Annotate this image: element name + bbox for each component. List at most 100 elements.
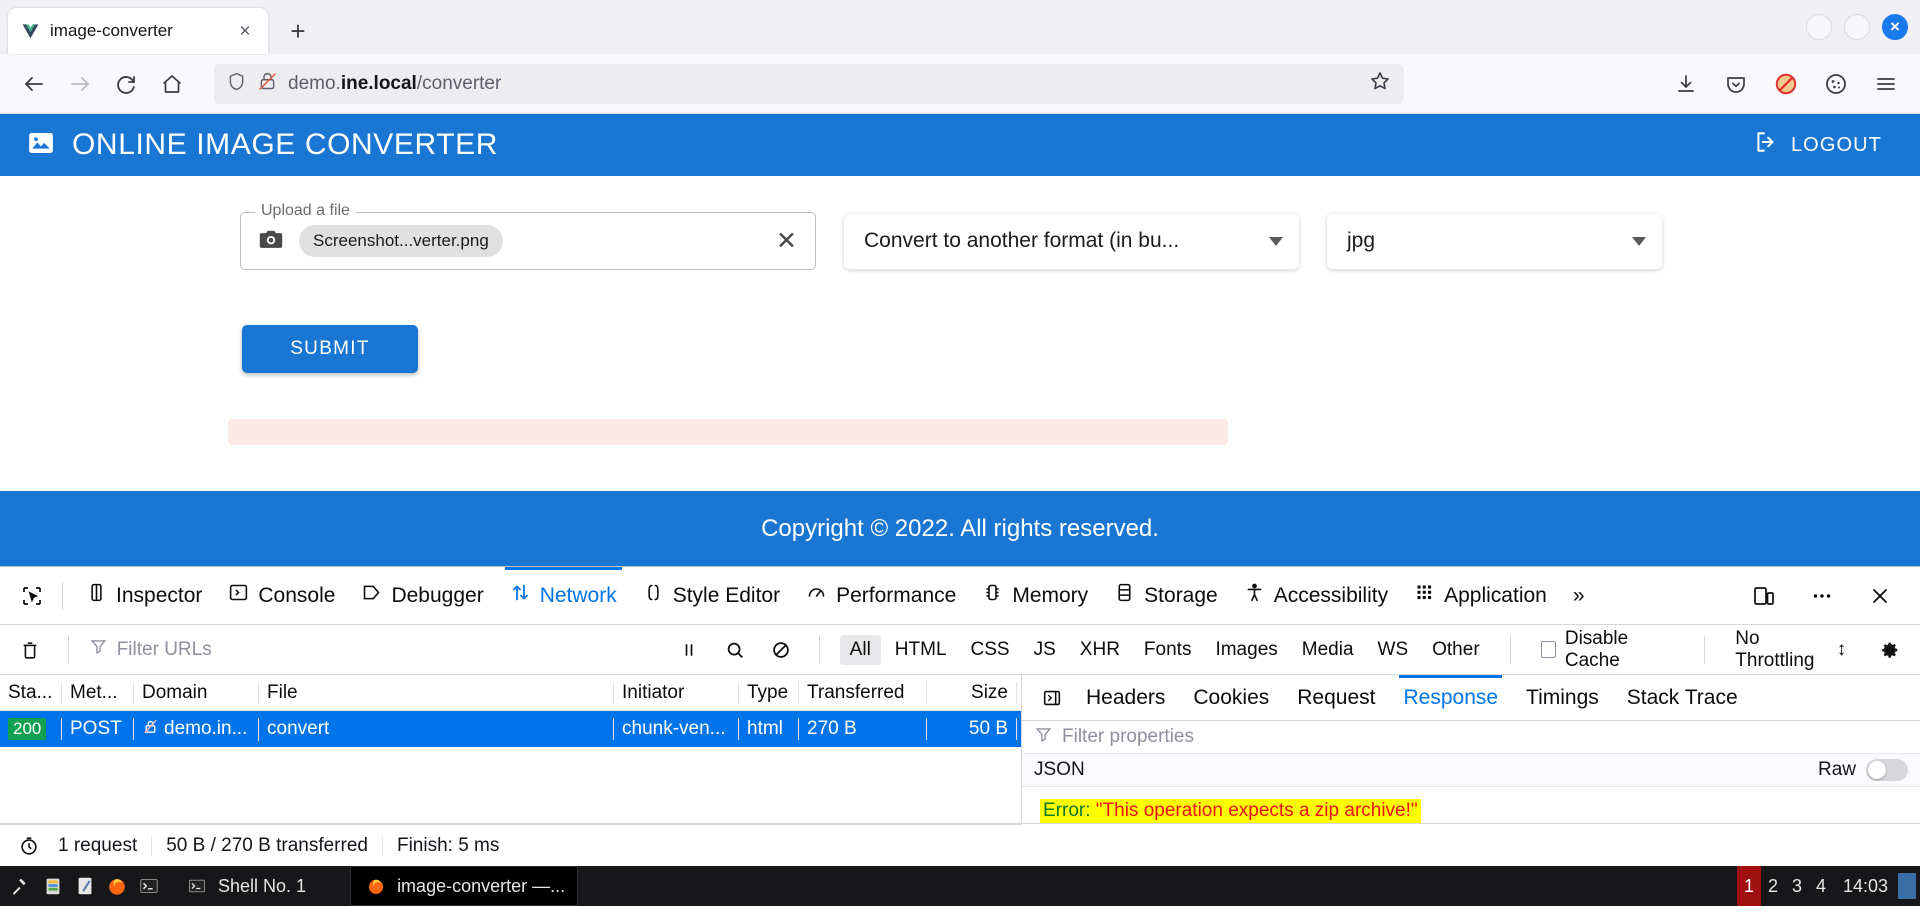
url-text: demo.ine.local/converter (288, 72, 502, 94)
new-tab-button[interactable]: + (278, 11, 318, 51)
devtools-tab-style-editor[interactable]: Style Editor (630, 567, 793, 625)
devtools-tab-application[interactable]: Application (1401, 567, 1560, 625)
responsive-design-mode-icon[interactable] (1744, 576, 1784, 616)
no-ads-icon[interactable] (1766, 64, 1806, 104)
type-filter-fonts[interactable]: Fonts (1134, 635, 1202, 665)
type-filter-all[interactable]: All (839, 634, 881, 665)
shield-icon[interactable] (226, 71, 247, 97)
hamburger-menu-icon[interactable] (1866, 64, 1906, 104)
disable-cache-label: Disable Cache (1564, 627, 1629, 671)
disable-cache-checkbox[interactable]: Disable Cache (1531, 624, 1685, 676)
inspector-icon (86, 582, 107, 609)
details-tab-stack-trace[interactable]: Stack Trace (1613, 675, 1752, 721)
logout-button[interactable]: LOGOUT (1741, 121, 1894, 169)
column-header-domain[interactable]: Domain (134, 681, 259, 704)
table-row[interactable]: 200 POST demo.in... convert chunk-ven...… (0, 711, 1021, 747)
url-bar[interactable]: demo.ine.local/converter (214, 63, 1404, 104)
insecure-lock-icon[interactable] (257, 71, 278, 97)
details-tab-timings[interactable]: Timings (1512, 675, 1613, 721)
devtools-tab-accessibility[interactable]: Accessibility (1231, 567, 1401, 625)
filter-properties-input[interactable]: Filter properties (1022, 721, 1920, 754)
filter-urls-input[interactable]: Filter URLs (89, 637, 662, 662)
devtools-tab-performance[interactable]: Performance (793, 567, 969, 625)
bookmark-star-icon[interactable] (1368, 69, 1392, 98)
file-upload-legend: Upload a file (255, 202, 356, 220)
window-close-button[interactable]: × (1882, 14, 1908, 40)
selected-file-chip[interactable]: Screenshot...verter.png (299, 225, 503, 257)
files-icon[interactable] (40, 873, 66, 899)
devtools-tab-debugger[interactable]: Debugger (348, 567, 496, 625)
desktop-2-button[interactable]: 2 (1761, 876, 1785, 897)
devtools-tab-label: Storage (1144, 583, 1218, 607)
type-filter-media[interactable]: Media (1292, 635, 1364, 665)
devtools-tab-memory[interactable]: Memory (969, 567, 1101, 625)
trash-icon[interactable] (12, 630, 48, 670)
download-icon[interactable] (1666, 64, 1706, 104)
type-filter-css[interactable]: CSS (961, 635, 1020, 665)
pause-icon[interactable] (671, 630, 707, 670)
terminal-icon[interactable] (136, 873, 162, 899)
devtools-tab-console[interactable]: Console (215, 567, 348, 625)
cookie-icon[interactable] (1816, 64, 1856, 104)
forward-icon[interactable] (60, 64, 100, 104)
details-tab-cookies[interactable]: Cookies (1179, 675, 1283, 721)
column-header-status[interactable]: Sta... (0, 681, 62, 704)
pick-element-icon[interactable] (12, 576, 52, 616)
column-header-method[interactable]: Met... (62, 681, 134, 704)
type-filter-ws[interactable]: WS (1368, 635, 1419, 665)
raw-toggle[interactable]: Raw (1818, 759, 1908, 781)
details-tab-request[interactable]: Request (1283, 675, 1389, 721)
type-filter-js[interactable]: JS (1024, 635, 1066, 665)
devtools-meatball-menu-icon[interactable] (1802, 576, 1842, 616)
reload-icon[interactable] (106, 64, 146, 104)
details-tab-response[interactable]: Response (1389, 674, 1512, 721)
desktop-1-button[interactable]: 1 (1736, 866, 1761, 906)
column-header-type[interactable]: Type (739, 681, 799, 704)
response-error-value: "This operation expects a zip archive!" (1095, 800, 1418, 821)
column-header-transferred[interactable]: Transferred (799, 681, 927, 704)
toolbar-divider (818, 635, 820, 664)
submit-button[interactable]: SUBMIT (242, 325, 418, 373)
throttling-select[interactable]: No Throttling ↕ (1725, 624, 1856, 676)
tool-icon[interactable] (8, 873, 34, 899)
window-maximize-button[interactable] (1844, 14, 1870, 40)
window-minimize-button[interactable] (1806, 14, 1832, 40)
firefox-icon[interactable] (104, 873, 130, 899)
gear-icon[interactable] (1872, 630, 1908, 670)
response-error-key: Error: (1043, 800, 1091, 821)
devtools-tabs-overflow-button[interactable]: » (1560, 567, 1598, 625)
format-select[interactable]: jpg (1327, 213, 1662, 269)
camera-icon[interactable] (257, 225, 285, 258)
block-icon[interactable] (763, 630, 799, 670)
desktop-4-button[interactable]: 4 (1809, 876, 1833, 897)
back-icon[interactable] (14, 64, 54, 104)
desktop-3-button[interactable]: 3 (1785, 876, 1809, 897)
taskbar-window-entry[interactable]: image-converter —... (350, 866, 579, 906)
type-filter-images[interactable]: Images (1205, 635, 1287, 665)
editor-icon[interactable] (72, 873, 98, 899)
raw-toggle-switch[interactable] (1866, 759, 1908, 781)
taskbar-shell-entry[interactable]: Shell No. 1 (170, 866, 320, 906)
search-icon[interactable] (717, 630, 753, 670)
devtools-tab-inspector[interactable]: Inspector (73, 567, 215, 625)
column-header-initiator[interactable]: Initiator (614, 681, 739, 704)
clear-file-icon[interactable]: ✕ (776, 228, 797, 254)
home-icon[interactable] (152, 64, 192, 104)
type-filter-html[interactable]: HTML (885, 635, 957, 665)
funnel-icon (89, 637, 108, 662)
details-tab-headers[interactable]: Headers (1072, 675, 1179, 721)
cell-domain: demo.in... (134, 717, 259, 741)
type-filter-xhr[interactable]: XHR (1070, 635, 1130, 665)
tab-close-icon[interactable]: × (234, 20, 256, 42)
file-upload-field[interactable]: Upload a file Screenshot...verter.png ✕ (240, 202, 816, 270)
devtools-tab-network[interactable]: Network (497, 566, 630, 625)
column-header-file[interactable]: File (259, 681, 614, 704)
close-devtools-icon[interactable] (1860, 576, 1900, 616)
browser-tab[interactable]: image-converter × (8, 8, 268, 54)
expand-panel-icon[interactable] (1032, 678, 1072, 718)
pocket-icon[interactable] (1716, 64, 1756, 104)
devtools-tab-storage[interactable]: Storage (1101, 567, 1231, 625)
column-header-size[interactable]: Size (927, 681, 1017, 704)
type-filter-other[interactable]: Other (1422, 635, 1490, 665)
operation-select[interactable]: Convert to another format (in bu... (844, 213, 1299, 269)
